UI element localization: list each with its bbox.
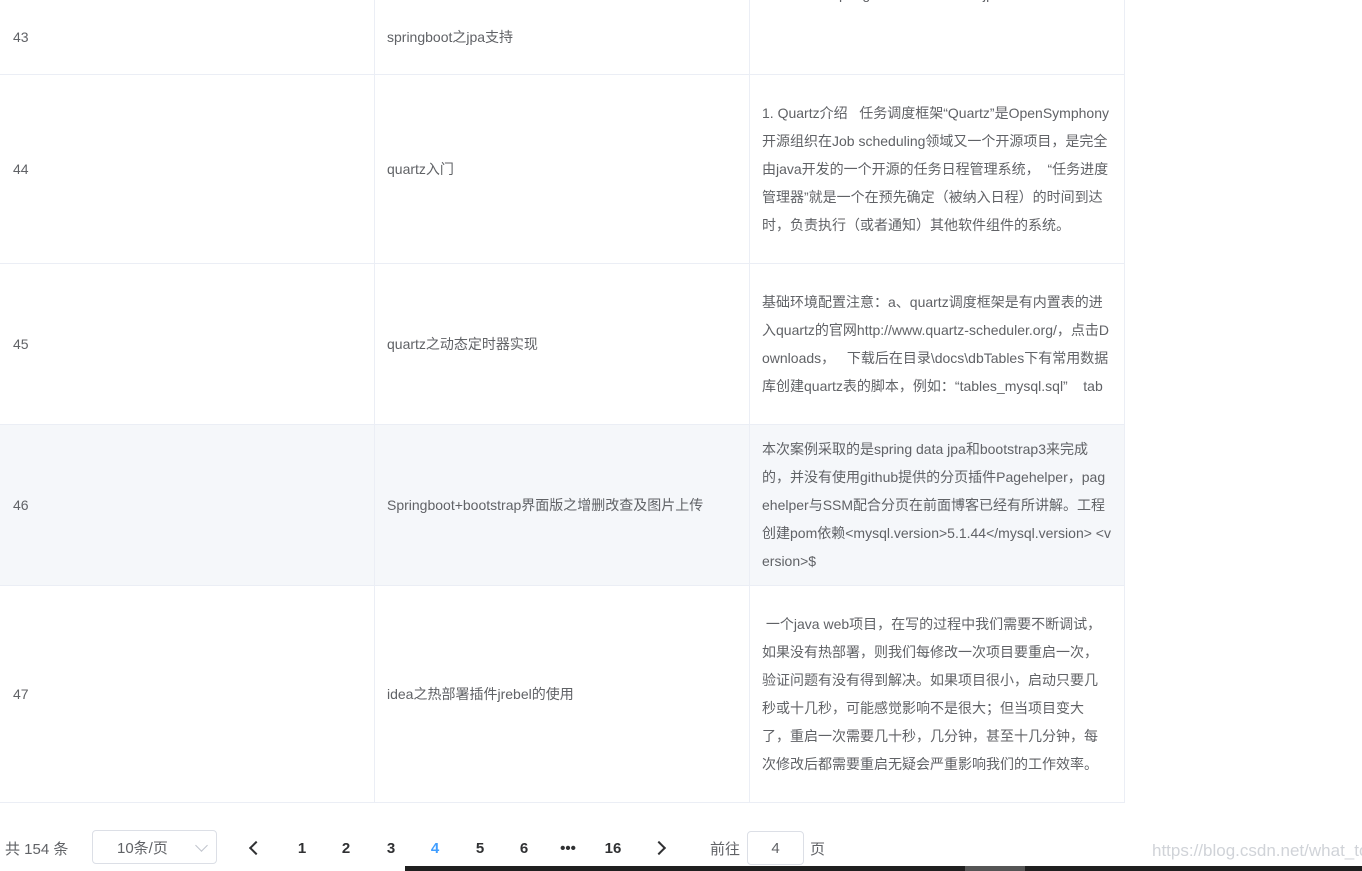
goto-label: 前往 — [710, 840, 741, 858]
cell-title: quartz之动态定时器实现 — [375, 264, 750, 424]
next-page-button[interactable] — [646, 826, 676, 870]
page-number-2[interactable]: 2 — [331, 826, 361, 870]
page-size-value: 10条/页 — [117, 839, 168, 857]
cell-summary: 一个java web项目，在写的过程中我们需要不断调试，如果没有热部署，则我们每… — [750, 586, 1125, 802]
row-title: Springboot+bootstrap界面版之增删改查及图片上传 — [387, 497, 704, 513]
page-number-3[interactable]: 3 — [376, 826, 406, 870]
cell-id: 46 — [0, 425, 375, 585]
row-title: idea之热部署插件jrebel的使用 — [387, 686, 574, 702]
table-row[interactable]: 43 springboot之jpa支持 <groupId>org.springf… — [0, 0, 1125, 75]
row-id: 43 — [13, 29, 29, 45]
cell-title: idea之热部署插件jrebel的使用 — [375, 586, 750, 802]
cell-title: springboot之jpa支持 — [375, 0, 750, 74]
cell-summary: <groupId>org.springframework.boot</group… — [750, 0, 1125, 74]
page-number-6[interactable]: 6 — [509, 826, 539, 870]
cell-id: 43 — [0, 0, 375, 74]
total-count: 共 154 条 — [5, 840, 69, 858]
page-number-4[interactable]: 4 — [420, 826, 450, 870]
row-title: quartz入门 — [387, 161, 454, 177]
cell-id: 44 — [0, 75, 375, 263]
scrollbar-thumb[interactable] — [965, 866, 1025, 871]
row-summary: <groupId>org.springframework.boot</group… — [762, 0, 1099, 8]
row-summary: 基础环境配置注意：a、quartz调度框架是有内置表的进入quartz的官网ht… — [762, 294, 1110, 394]
row-summary: 一个java web项目，在写的过程中我们需要不断调试，如果没有热部署，则我们每… — [762, 616, 1102, 772]
table-row[interactable]: 45 quartz之动态定时器实现 基础环境配置注意：a、quartz调度框架是… — [0, 264, 1125, 425]
row-id: 44 — [13, 161, 29, 177]
cell-id: 47 — [0, 586, 375, 802]
chevron-right-icon — [651, 840, 667, 856]
row-id: 46 — [13, 497, 29, 513]
page-number-16[interactable]: 16 — [598, 826, 628, 870]
goto-suffix: 页 — [810, 840, 826, 858]
cell-title: Springboot+bootstrap界面版之增删改查及图片上传 — [375, 425, 750, 585]
row-title: quartz之动态定时器实现 — [387, 336, 538, 352]
horizontal-scrollbar[interactable] — [405, 866, 1362, 871]
table-row[interactable]: 44 quartz入门 1. Quartz介绍 任务调度框架“Quartz”是O… — [0, 75, 1125, 264]
page-number-5[interactable]: 5 — [465, 826, 495, 870]
row-title: springboot之jpa支持 — [387, 29, 514, 45]
row-summary: 本次案例采取的是spring data jpa和bootstrap3来完成的，并… — [762, 441, 1111, 569]
watermark: https://blog.csdn.net/what_to — [1152, 841, 1362, 860]
cell-summary: 1. Quartz介绍 任务调度框架“Quartz”是OpenSymphony开… — [750, 75, 1125, 263]
row-id: 47 — [13, 686, 29, 702]
cell-summary: 基础环境配置注意：a、quartz调度框架是有内置表的进入quartz的官网ht… — [750, 264, 1125, 424]
goto-page-input[interactable]: 4 — [747, 831, 804, 865]
chevron-down-icon — [195, 839, 208, 852]
row-summary: 1. Quartz介绍 任务调度框架“Quartz”是OpenSymphony开… — [762, 105, 1109, 233]
cell-id: 45 — [0, 264, 375, 424]
cell-title: quartz入门 — [375, 75, 750, 263]
chevron-left-icon — [248, 840, 264, 856]
page-number-1[interactable]: 1 — [287, 826, 317, 870]
prev-page-button[interactable] — [239, 826, 269, 870]
more-pages-ellipsis[interactable]: ••• — [553, 826, 583, 870]
table-row[interactable]: 47 idea之热部署插件jrebel的使用 一个java web项目，在写的过… — [0, 586, 1125, 803]
row-id: 45 — [13, 336, 29, 352]
table-row[interactable]: 46 Springboot+bootstrap界面版之增删改查及图片上传 本次案… — [0, 425, 1125, 586]
page-size-select[interactable]: 10条/页 — [92, 830, 217, 864]
cell-summary: 本次案例采取的是spring data jpa和bootstrap3来完成的，并… — [750, 425, 1125, 585]
